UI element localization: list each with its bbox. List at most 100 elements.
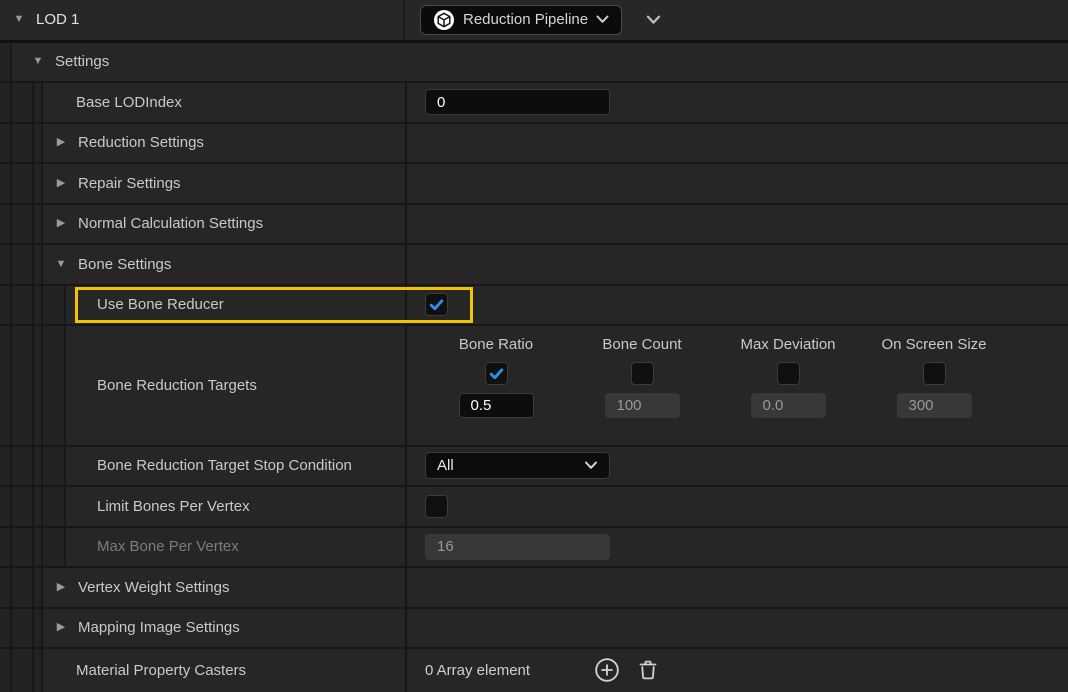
max-deviation-checkbox[interactable]	[777, 362, 800, 385]
category-label: Normal Calculation Settings	[78, 215, 263, 232]
row-mapping-image-settings[interactable]: ▶ Mapping Image Settings	[0, 609, 1068, 650]
row-stop-condition: Bone Reduction Target Stop Condition All	[0, 447, 1068, 488]
indent-gutter	[0, 568, 12, 607]
reduction-pipeline-dropdown[interactable]: Reduction Pipeline	[420, 5, 622, 35]
indent-gutter	[34, 205, 43, 244]
indent-gutter	[12, 568, 34, 607]
indent-gutter	[34, 487, 43, 526]
stop-condition-select[interactable]: All	[425, 452, 610, 479]
target-column-bone-count: Bone Count	[569, 336, 715, 418]
indent-gutter	[43, 528, 66, 567]
row-base-lod-index: Base LODIndex	[0, 83, 1068, 124]
indent-gutter	[0, 83, 12, 122]
lod-header-label-area: ▼ LOD 1	[0, 0, 403, 40]
property-label: Base LODIndex	[76, 94, 182, 111]
property-label: Bone Reduction Targets	[97, 377, 257, 394]
row-normal-calculation-settings[interactable]: ▶ Normal Calculation Settings	[0, 205, 1068, 246]
indent-gutter	[12, 124, 34, 163]
category-label: Bone Settings	[78, 256, 171, 273]
property-label: Use Bone Reducer	[97, 296, 224, 313]
indent-gutter	[0, 609, 12, 648]
indent-gutter	[12, 528, 34, 567]
indent-gutter	[0, 447, 12, 486]
max-bone-per-vertex-input	[425, 534, 610, 560]
category-label: Repair Settings	[78, 175, 181, 192]
bone-ratio-checkbox[interactable]	[485, 362, 508, 385]
indent-gutter	[34, 286, 43, 325]
pipeline-button-label: Reduction Pipeline	[463, 11, 588, 28]
row-material-property-casters: Material Property Casters 0 Array elemen…	[0, 649, 1068, 692]
indent-gutter	[12, 205, 34, 244]
use-bone-reducer-checkbox[interactable]	[425, 293, 448, 316]
indent-gutter	[34, 649, 43, 692]
indent-gutter	[12, 286, 34, 325]
indent-gutter	[0, 487, 12, 526]
row-limit-bones-per-vertex: Limit Bones Per Vertex	[0, 487, 1068, 528]
expand-open-icon[interactable]: ▼	[54, 259, 68, 270]
category-label: Reduction Settings	[78, 134, 204, 151]
row-repair-settings[interactable]: ▶ Repair Settings	[0, 164, 1068, 205]
chevron-down-icon	[584, 461, 598, 470]
bone-count-input	[605, 393, 680, 418]
property-label: Max Bone Per Vertex	[97, 538, 239, 555]
indent-gutter	[0, 528, 12, 567]
property-label: Material Property Casters	[76, 662, 246, 679]
target-column-max-deviation: Max Deviation	[715, 336, 861, 418]
indent-gutter	[0, 326, 12, 445]
row-settings-category[interactable]: ▼ Settings	[0, 43, 1068, 84]
indent-gutter	[43, 487, 66, 526]
indent-gutter	[12, 83, 34, 122]
indent-gutter	[43, 286, 66, 325]
column-header: Bone Ratio	[459, 336, 533, 356]
lod-title: LOD 1	[36, 11, 79, 28]
expand-closed-icon[interactable]: ▶	[54, 137, 68, 148]
expand-closed-icon[interactable]: ▶	[54, 178, 68, 189]
indent-gutter	[34, 164, 43, 203]
indent-gutter	[43, 447, 66, 486]
indent-gutter	[0, 286, 12, 325]
indent-gutter	[34, 83, 43, 122]
indent-gutter	[34, 447, 43, 486]
trash-icon	[636, 658, 660, 682]
column-header: Max Deviation	[740, 336, 835, 356]
row-use-bone-reducer: Use Bone Reducer	[0, 286, 1068, 327]
max-deviation-input	[751, 393, 826, 418]
row-max-bone-per-vertex: Max Bone Per Vertex	[0, 528, 1068, 569]
indent-gutter	[0, 43, 12, 82]
category-label: Vertex Weight Settings	[78, 579, 229, 596]
lod-details-panel: ▼ LOD 1 Reduction Pipeline	[0, 0, 1068, 692]
expand-closed-icon[interactable]: ▶	[54, 582, 68, 593]
delete-array-button[interactable]	[636, 658, 660, 682]
indent-gutter	[12, 447, 34, 486]
bone-count-checkbox[interactable]	[631, 362, 654, 385]
expand-open-icon[interactable]: ▼	[31, 56, 45, 67]
limit-bones-per-vertex-checkbox[interactable]	[425, 495, 448, 518]
target-column-bone-ratio: Bone Ratio	[423, 336, 569, 418]
expand-closed-icon[interactable]: ▶	[54, 622, 68, 633]
lod-header-row[interactable]: ▼ LOD 1 Reduction Pipeline	[0, 0, 1068, 43]
add-array-element-button[interactable]	[594, 657, 620, 683]
indent-gutter	[12, 164, 34, 203]
property-label: Limit Bones Per Vertex	[97, 498, 250, 515]
bone-ratio-input[interactable]	[459, 393, 534, 418]
row-vertex-weight-settings[interactable]: ▶ Vertex Weight Settings	[0, 568, 1068, 609]
row-reduction-settings[interactable]: ▶ Reduction Settings	[0, 124, 1068, 165]
indent-gutter	[34, 609, 43, 648]
expand-closed-icon[interactable]: ▶	[54, 218, 68, 229]
base-lod-index-input[interactable]	[425, 89, 610, 115]
on-screen-size-checkbox[interactable]	[923, 362, 946, 385]
indent-gutter	[12, 326, 34, 445]
indent-gutter	[34, 245, 43, 284]
indent-gutter	[34, 568, 43, 607]
indent-gutter	[0, 164, 12, 203]
row-bone-settings[interactable]: ▼ Bone Settings	[0, 245, 1068, 286]
target-column-on-screen-size: On Screen Size	[861, 336, 1007, 418]
header-chevron-down-icon[interactable]	[646, 15, 661, 25]
lod-header-value-area: Reduction Pipeline	[403, 0, 1068, 40]
indent-gutter	[0, 205, 12, 244]
expand-open-icon[interactable]: ▼	[12, 14, 26, 25]
property-label: Bone Reduction Target Stop Condition	[97, 457, 352, 474]
indent-gutter	[12, 609, 34, 648]
indent-gutter	[12, 649, 34, 692]
category-label: Mapping Image Settings	[78, 619, 240, 636]
